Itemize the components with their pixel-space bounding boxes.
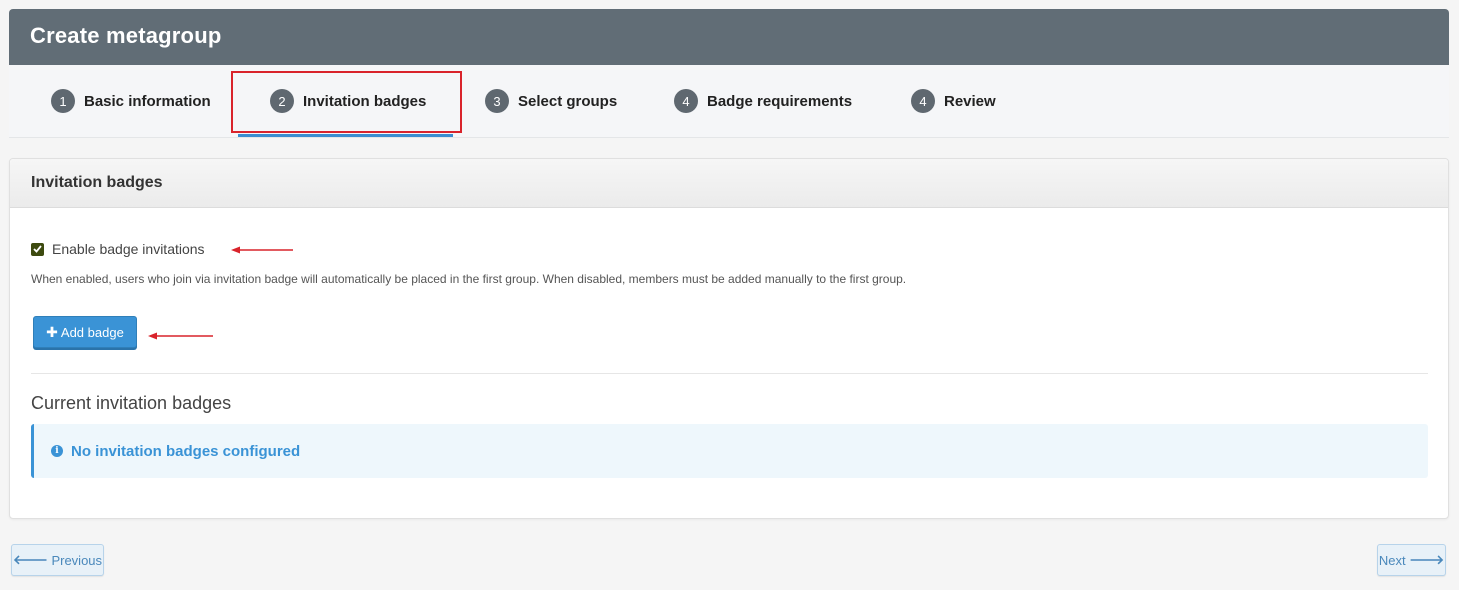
annotation-arrow-icon [231,246,293,254]
annotation-arrow-icon [148,332,213,340]
arrow-left-icon: 🡐 [12,552,48,567]
step-invitation-badges[interactable]: 2 Invitation badges [270,89,426,113]
step-label: Select groups [518,92,618,110]
step-label: Invitation badges [303,92,427,110]
step-label: Badge requirements [707,92,853,110]
panel-title: Invitation badges [31,174,163,191]
next-button[interactable]: Next 🡒 [1377,544,1446,576]
step-review[interactable]: 4 Review [911,89,996,113]
divider [31,373,1428,374]
add-badge-button[interactable]: ✚ Add badge [33,316,137,348]
arrow-right-icon: 🡒 [1409,552,1445,567]
active-step-indicator [238,134,453,137]
step-select-groups[interactable]: 3 Select groups [485,89,617,113]
current-badges-title: Current invitation badges [31,393,232,413]
enable-badge-invitations-checkbox[interactable] [31,242,44,256]
step-number: 4 [674,89,698,113]
enable-badge-invitations[interactable]: Enable badge invitations [31,241,205,257]
page-title: Create metagroup [30,23,222,48]
help-text: When enabled, users who join via invitat… [31,272,907,286]
info-icon: i [51,445,63,457]
add-badge-label: Add badge [60,324,124,340]
page-header: Create metagroup [9,9,1449,65]
next-label: Next [1378,552,1406,568]
step-number: 1 [51,89,75,113]
panel-header: Invitation badges [10,159,1448,208]
step-number: 2 [270,89,294,113]
previous-label: Previous [51,552,103,568]
step-basic-information[interactable]: 1 Basic information [51,89,211,113]
plus-icon: ✚ [46,323,58,340]
empty-state-message: No invitation badges configured [71,442,301,460]
previous-button[interactable]: 🡐 Previous [11,544,104,576]
step-badge-requirements[interactable]: 4 Badge requirements [674,89,852,113]
step-label: Basic information [84,92,211,110]
wizard-steps: 1 Basic information 2 Invitation badges … [9,65,1449,138]
checkbox-label: Enable badge invitations [52,241,205,257]
empty-state-alert: i No invitation badges configured [31,424,1428,478]
step-number: 3 [485,89,509,113]
checkmark-icon [33,245,42,253]
step-label: Review [944,92,996,110]
step-number: 4 [911,89,935,113]
invitation-badges-panel: Invitation badges Enable badge invitatio… [9,158,1449,519]
